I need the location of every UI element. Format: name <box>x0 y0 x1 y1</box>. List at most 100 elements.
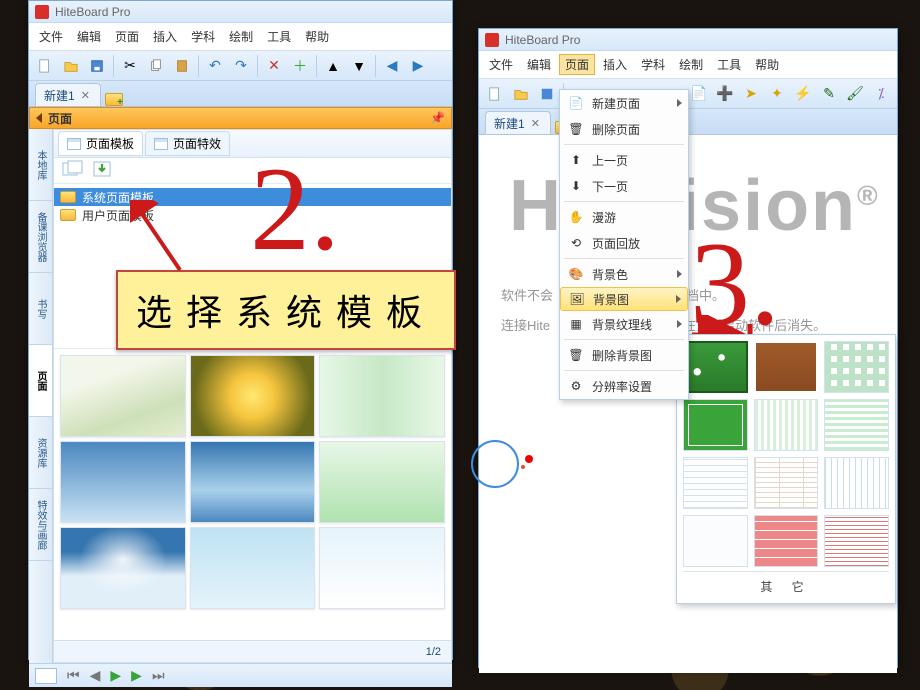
menu-subject[interactable]: 学科 <box>635 54 671 75</box>
menu-draw[interactable]: 绘制 <box>673 54 709 75</box>
bg-option-baseball[interactable] <box>683 341 748 393</box>
menu-item-bgcolor[interactable]: 🎨 背景色 <box>560 261 688 287</box>
side-tab-resource[interactable]: 资源库 <box>29 417 52 489</box>
tree-user-templates[interactable]: 用户页面模板 <box>54 206 451 224</box>
new-tab-icon[interactable] <box>105 92 121 106</box>
side-tab-gallery[interactable]: 特效与画廊 <box>29 489 52 561</box>
bg-option-vlines-blue[interactable] <box>824 457 889 509</box>
menu-help[interactable]: 帮助 <box>749 54 785 75</box>
menu-item-delete-bg[interactable]: 🗑 删除背景图 <box>560 342 688 368</box>
side-tab-page[interactable]: 页面 <box>29 345 52 417</box>
menu-page[interactable]: 页面 <box>559 54 595 75</box>
collapse-icon[interactable] <box>36 113 42 123</box>
menu-item-new-page[interactable]: 📄 新建页面 <box>560 90 688 116</box>
menu-insert[interactable]: 插入 <box>597 54 633 75</box>
lightning-icon[interactable]: ⚡ <box>793 84 813 104</box>
menu-edit[interactable]: 编辑 <box>521 54 557 75</box>
play-icon[interactable]: ▶ <box>110 667 121 684</box>
save-icon[interactable] <box>537 84 557 104</box>
save-icon[interactable] <box>87 56 107 76</box>
template-thumb[interactable] <box>190 355 316 437</box>
last-page-icon[interactable]: ⏭ <box>152 667 165 684</box>
template-thumb[interactable] <box>319 441 445 523</box>
menu-item-bgtexture[interactable]: ▦ 背景纹理线 <box>560 311 688 337</box>
import-template-icon[interactable] <box>92 160 114 181</box>
bg-option-vlines[interactable] <box>754 399 819 451</box>
menu-page[interactable]: 页面 <box>109 26 145 47</box>
menu-subject[interactable]: 学科 <box>185 26 221 47</box>
add-icon[interactable]: ＋ <box>290 56 310 76</box>
bg-option-other[interactable]: 其 它 <box>683 571 889 597</box>
doc-plus-icon[interactable]: ➕ <box>715 84 735 104</box>
floating-circle-tool[interactable] <box>471 440 519 488</box>
bg-option-grid-green[interactable] <box>824 341 889 393</box>
menu-tool[interactable]: 工具 <box>711 54 747 75</box>
template-thumb[interactable] <box>60 527 186 609</box>
redo-icon[interactable]: ↷ <box>231 56 251 76</box>
menu-help[interactable]: 帮助 <box>299 26 335 47</box>
bg-option-blank[interactable] <box>683 515 748 567</box>
bg-option-brick[interactable] <box>754 515 819 567</box>
menu-item-replay[interactable]: ⟲ 页面回放 <box>560 230 688 256</box>
close-tab-icon[interactable]: ✕ <box>531 117 540 130</box>
bg-option-soccer[interactable] <box>683 399 748 451</box>
pen-icon[interactable]: ✎ <box>819 84 839 104</box>
tab-page-templates[interactable]: 页面模板 <box>58 131 143 156</box>
menu-item-next[interactable]: ⬇ 下一页 <box>560 173 688 199</box>
wand-icon[interactable]: ✦ <box>767 84 787 104</box>
bg-option-basketball[interactable] <box>754 341 819 393</box>
menu-insert[interactable]: 插入 <box>147 26 183 47</box>
page-down-icon[interactable]: ▼ <box>349 56 369 76</box>
template-thumb[interactable] <box>60 355 186 437</box>
cut-icon[interactable]: ✂ <box>120 56 140 76</box>
page-up-icon[interactable]: ▲ <box>323 56 343 76</box>
brush-icon[interactable]: 🖌 <box>845 84 865 104</box>
bg-option-ruled-red[interactable] <box>824 515 889 567</box>
menu-file[interactable]: 文件 <box>33 26 69 47</box>
tab-page-effects[interactable]: 页面特效 <box>145 131 230 156</box>
apply-template-icon[interactable] <box>62 160 84 181</box>
open-icon[interactable] <box>511 84 531 104</box>
close-tab-icon[interactable]: ✕ <box>81 89 90 102</box>
bg-option-music-staff[interactable] <box>754 457 819 509</box>
bg-option-hlines[interactable] <box>824 399 889 451</box>
new-doc-icon[interactable] <box>485 84 505 104</box>
tree-system-templates[interactable]: 系统页面模板 <box>54 188 451 206</box>
menu-draw[interactable]: 绘制 <box>223 26 259 47</box>
paste-icon[interactable] <box>172 56 192 76</box>
delete-icon[interactable]: ✕ <box>264 56 284 76</box>
menu-item-resolution[interactable]: ⚙ 分辨率设置 <box>560 373 688 399</box>
first-page-icon[interactable]: ⏮ <box>67 667 80 684</box>
side-tab-local[interactable]: 本地库 <box>29 129 52 201</box>
doc-icon[interactable]: 📄 <box>689 84 709 104</box>
highlighter-icon[interactable]: ⁒ <box>871 84 891 104</box>
document-tab[interactable]: 新建1 ✕ <box>35 83 101 106</box>
template-thumb[interactable] <box>60 441 186 523</box>
page-thumb-icon[interactable] <box>35 668 57 684</box>
template-thumb[interactable] <box>319 355 445 437</box>
bg-option-ruled-blue[interactable] <box>683 457 748 509</box>
template-thumb[interactable] <box>190 527 316 609</box>
prev-icon[interactable]: ◀ <box>382 56 402 76</box>
next-icon[interactable]: ▶ <box>408 56 428 76</box>
prev-page-icon[interactable]: ◀ <box>90 667 101 684</box>
next-page-icon[interactable]: ▶ <box>131 667 142 684</box>
side-tab-browser[interactable]: 备课浏览器 <box>29 201 52 273</box>
pin-icon[interactable]: 📌 <box>430 111 445 125</box>
copy-icon[interactable] <box>146 56 166 76</box>
undo-icon[interactable]: ↶ <box>205 56 225 76</box>
menu-item-bgimage[interactable]: 🖼 背景图 <box>560 287 688 311</box>
side-tab-write[interactable]: 书写 <box>29 273 52 345</box>
menu-tool[interactable]: 工具 <box>261 26 297 47</box>
menu-file[interactable]: 文件 <box>483 54 519 75</box>
menu-item-delete-page[interactable]: 🗑 删除页面 <box>560 116 688 142</box>
cursor-icon[interactable]: ➤ <box>741 84 761 104</box>
menu-item-prev[interactable]: ⬆ 上一页 <box>560 147 688 173</box>
menu-edit[interactable]: 编辑 <box>71 26 107 47</box>
open-icon[interactable] <box>61 56 81 76</box>
template-thumb[interactable] <box>190 441 316 523</box>
menu-item-roam[interactable]: ✋ 漫游 <box>560 204 688 230</box>
new-doc-icon[interactable] <box>35 56 55 76</box>
document-tab[interactable]: 新建1 ✕ <box>485 111 551 134</box>
template-thumb[interactable] <box>319 527 445 609</box>
